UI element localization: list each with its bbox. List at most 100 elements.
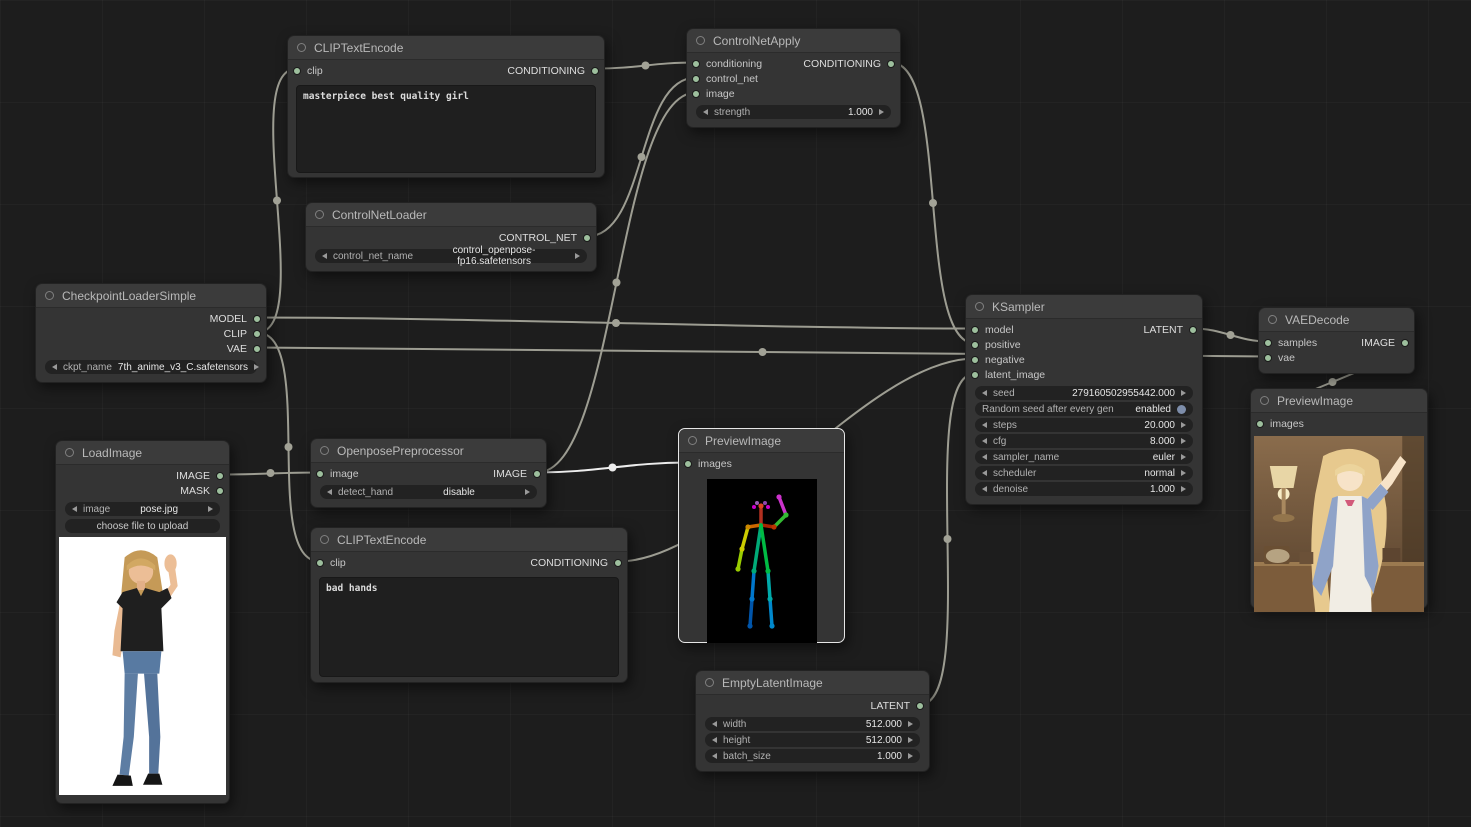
arrow-right-icon[interactable] xyxy=(1181,454,1186,460)
input-images[interactable]: images xyxy=(1251,418,1304,430)
node-controlnetloader[interactable]: ControlNetLoader CONTROL_NET control_net… xyxy=(305,202,597,272)
port-icon[interactable] xyxy=(1264,339,1272,347)
input-image[interactable]: image xyxy=(687,88,735,100)
collapse-dot-icon[interactable] xyxy=(688,436,697,445)
output-latent[interactable]: LATENT xyxy=(871,700,929,712)
widget-ckpt-name[interactable]: ckpt_name 7th_anime_v3_C.safetensors xyxy=(45,360,257,374)
port-icon[interactable] xyxy=(1401,339,1409,347)
node-header[interactable]: PreviewImage xyxy=(679,429,844,453)
node-header[interactable]: KSampler xyxy=(966,295,1202,319)
port-icon[interactable] xyxy=(253,345,261,353)
port-icon[interactable] xyxy=(583,234,591,242)
arrow-left-icon[interactable] xyxy=(712,737,717,743)
arrow-left-icon[interactable] xyxy=(982,470,987,476)
node-controlnetapply[interactable]: ControlNetApply conditioning CONDITIONIN… xyxy=(686,28,901,128)
arrow-left-icon[interactable] xyxy=(982,390,987,396)
widget-seed[interactable]: seed 279160502955442.000 xyxy=(975,386,1193,400)
arrow-left-icon[interactable] xyxy=(982,486,987,492)
input-negative[interactable]: negative xyxy=(966,354,1025,366)
output-model[interactable]: MODEL xyxy=(210,313,266,325)
node-header[interactable]: VAEDecode xyxy=(1259,308,1414,332)
node-cliptextencode-negative[interactable]: CLIPTextEncode clip CONDITIONING bad han… xyxy=(310,527,628,683)
widget-steps[interactable]: steps 20.000 xyxy=(975,418,1193,432)
node-header[interactable]: OpenposePreprocessor xyxy=(311,439,546,463)
port-icon[interactable] xyxy=(614,559,622,567)
input-positive[interactable]: positive xyxy=(966,339,1021,351)
arrow-right-icon[interactable] xyxy=(908,737,913,743)
port-icon[interactable] xyxy=(692,75,700,83)
arrow-right-icon[interactable] xyxy=(575,253,580,259)
arrow-left-icon[interactable] xyxy=(712,753,717,759)
collapse-dot-icon[interactable] xyxy=(975,302,984,311)
input-image[interactable]: image xyxy=(311,468,359,480)
node-header[interactable]: CLIPTextEncode xyxy=(288,36,604,60)
widget-sampler-name[interactable]: sampler_name euler xyxy=(975,450,1193,464)
port-icon[interactable] xyxy=(684,460,692,468)
port-icon[interactable] xyxy=(916,702,924,710)
collapse-dot-icon[interactable] xyxy=(315,210,324,219)
port-icon[interactable] xyxy=(692,60,700,68)
arrow-right-icon[interactable] xyxy=(1181,438,1186,444)
arrow-left-icon[interactable] xyxy=(703,109,708,115)
output-image[interactable]: IMAGE xyxy=(1361,337,1414,349)
prompt-textarea[interactable]: masterpiece best quality girl xyxy=(296,85,596,173)
port-icon[interactable] xyxy=(533,470,541,478)
port-icon[interactable] xyxy=(253,315,261,323)
node-header[interactable]: ControlNetApply xyxy=(687,29,900,53)
collapse-dot-icon[interactable] xyxy=(696,36,705,45)
port-icon[interactable] xyxy=(293,67,301,75)
arrow-right-icon[interactable] xyxy=(1181,390,1186,396)
output-clip[interactable]: CLIP xyxy=(224,328,266,340)
node-cliptextencode-positive[interactable]: CLIPTextEncode clip CONDITIONING masterp… xyxy=(287,35,605,178)
node-openposepreprocessor[interactable]: OpenposePreprocessor image IMAGE detect_… xyxy=(310,438,547,508)
widget-control-net-name[interactable]: control_net_name control_openpose-fp16.s… xyxy=(315,249,587,263)
arrow-right-icon[interactable] xyxy=(1181,470,1186,476)
output-conditioning[interactable]: CONDITIONING xyxy=(530,557,627,569)
input-conditioning[interactable]: conditioning xyxy=(687,58,762,70)
output-mask[interactable]: MASK xyxy=(180,485,229,497)
port-icon[interactable] xyxy=(971,371,979,379)
arrow-right-icon[interactable] xyxy=(908,753,913,759)
port-icon[interactable] xyxy=(692,90,700,98)
collapse-dot-icon[interactable] xyxy=(45,291,54,300)
toggle-icon[interactable] xyxy=(1177,405,1186,414)
arrow-left-icon[interactable] xyxy=(712,721,717,727)
arrow-left-icon[interactable] xyxy=(327,489,332,495)
port-icon[interactable] xyxy=(316,559,324,567)
node-graph-canvas[interactable]: CLIPTextEncode clip CONDITIONING masterp… xyxy=(0,0,1471,827)
input-clip[interactable]: clip xyxy=(288,65,323,77)
widget-batch-size[interactable]: batch_size 1.000 xyxy=(705,749,920,763)
arrow-right-icon[interactable] xyxy=(879,109,884,115)
arrow-right-icon[interactable] xyxy=(1181,422,1186,428)
node-previewimage-pose[interactable]: PreviewImage images xyxy=(678,428,845,643)
arrow-left-icon[interactable] xyxy=(72,506,77,512)
node-previewimage-result[interactable]: PreviewImage images xyxy=(1250,388,1428,609)
port-icon[interactable] xyxy=(1264,354,1272,362)
port-icon[interactable] xyxy=(253,330,261,338)
input-samples[interactable]: samples xyxy=(1259,337,1317,349)
arrow-right-icon[interactable] xyxy=(1181,486,1186,492)
arrow-right-icon[interactable] xyxy=(254,364,259,370)
arrow-left-icon[interactable] xyxy=(982,422,987,428)
widget-strength[interactable]: strength 1.000 xyxy=(696,105,891,119)
output-vae[interactable]: VAE xyxy=(227,343,266,355)
output-image[interactable]: IMAGE xyxy=(176,470,229,482)
port-icon[interactable] xyxy=(887,60,895,68)
node-header[interactable]: PreviewImage xyxy=(1251,389,1427,413)
output-conditioning[interactable]: CONDITIONING xyxy=(507,65,604,77)
arrow-left-icon[interactable] xyxy=(982,454,987,460)
widget-image[interactable]: image pose.jpg xyxy=(65,502,220,516)
output-control-net[interactable]: CONTROL_NET xyxy=(499,232,596,244)
collapse-dot-icon[interactable] xyxy=(320,535,329,544)
widget-detect-hand[interactable]: detect_hand disable xyxy=(320,485,537,499)
collapse-dot-icon[interactable] xyxy=(1260,396,1269,405)
port-icon[interactable] xyxy=(316,470,324,478)
node-header[interactable]: EmptyLatentImage xyxy=(696,671,929,695)
node-header[interactable]: LoadImage xyxy=(56,441,229,465)
port-icon[interactable] xyxy=(971,356,979,364)
node-header[interactable]: ControlNetLoader xyxy=(306,203,596,227)
arrow-right-icon[interactable] xyxy=(908,721,913,727)
arrow-right-icon[interactable] xyxy=(525,489,530,495)
input-control-net[interactable]: control_net xyxy=(687,73,758,85)
widget-height[interactable]: height 512.000 xyxy=(705,733,920,747)
